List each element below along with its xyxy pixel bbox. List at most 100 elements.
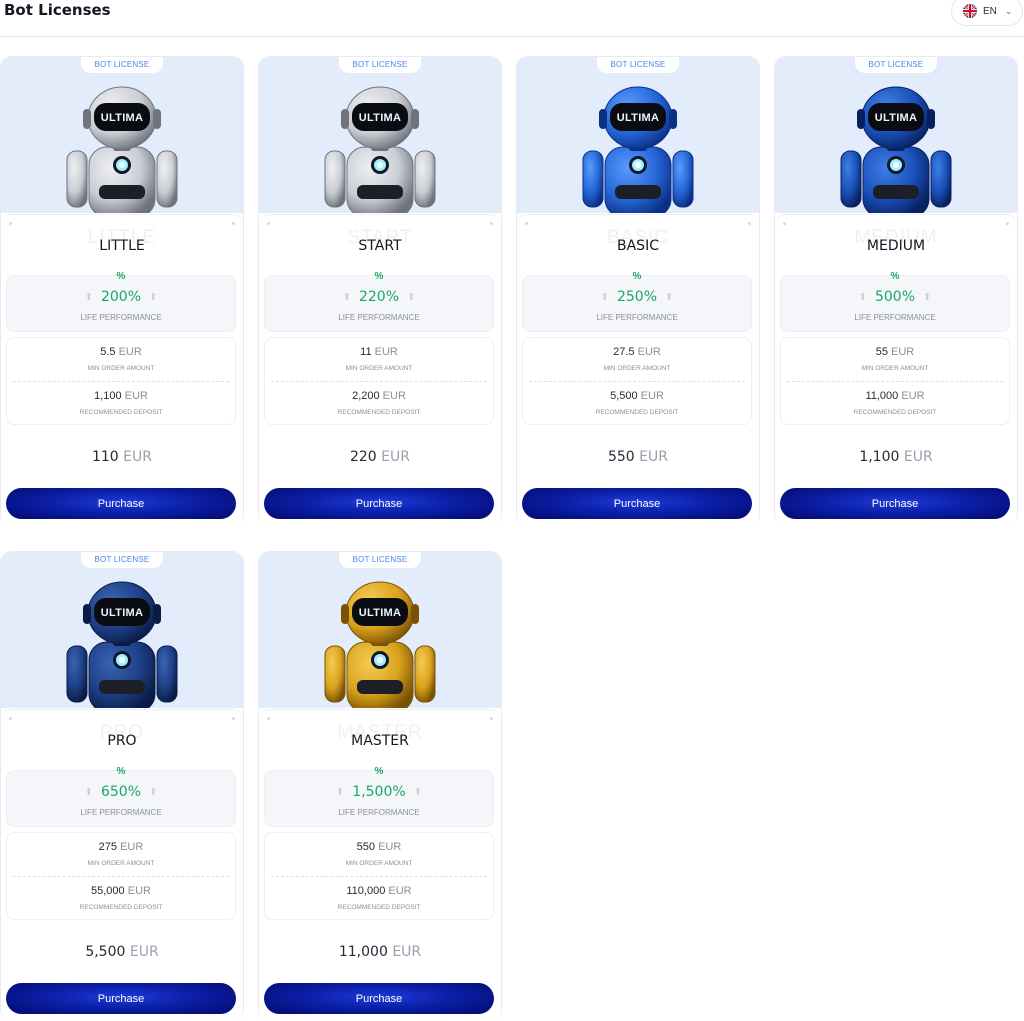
bot-license-badge: BOT LICENSE [339,57,421,73]
deposit-value: 1,100 EUR [94,390,148,402]
robot-screen-text: ULTIMA [616,112,660,124]
license-card-little: BOT LICENSE ULTIMA LITTLE LITTLE % ⬆ 200… [0,56,244,526]
top-bar: Bot Licenses EN ⌄ [0,0,1024,37]
purchase-button[interactable]: Purchase [522,488,752,519]
tier-name: MEDIUM [866,238,926,254]
deposit-label: RECOMMENDED DEPOSIT [595,409,679,416]
license-details: PRO PRO % ⬆ 650% ⬆ LIFE PERFORMANCE 275 … [1,709,243,1021]
license-details: LITTLE LITTLE % ⬆ 200% ⬆ LIFE PERFORMANC… [1,214,243,526]
purchase-button[interactable]: Purchase [6,983,236,1014]
license-card-master: BOT LICENSE ULTIMA MASTER MASTER % ⬆ 1,5… [258,551,502,1021]
min-order-value: 275 EUR [98,841,144,853]
license-details: MASTER MASTER % ⬆ 1,500% ⬆ LIFE PERFORMA… [259,709,501,1021]
corner-dot [748,222,751,225]
purchase-button[interactable]: Purchase [6,488,236,519]
deposit-value: 55,000 EUR [91,885,151,897]
robot-illustration [840,86,952,213]
performance-box: % ⬆ 500% ⬆ LIFE PERFORMANCE [780,271,1010,332]
percent-icon: % [632,271,642,282]
arrow-up-icon: ⬆ [858,291,867,303]
performance-box: % ⬆ 220% ⬆ LIFE PERFORMANCE [264,271,494,332]
percent-icon: % [374,766,384,777]
tier-name: BASIC [617,238,659,254]
corner-dot [490,717,493,720]
bot-license-badge: BOT LICENSE [81,552,163,568]
license-details: START START % ⬆ 220% ⬆ LIFE PERFORMANCE … [259,214,501,526]
language-selector[interactable]: EN ⌄ [951,0,1023,26]
performance-box: % ⬆ 1,500% ⬆ LIFE PERFORMANCE [264,766,494,827]
robot-illustration [324,581,436,708]
license-price: 110 EUR [91,449,152,465]
robot-screen-text: ULTIMA [100,112,144,124]
license-hero: BOT LICENSE ULTIMA [517,57,759,213]
performance-box: % ⬆ 200% ⬆ LIFE PERFORMANCE [6,271,236,332]
license-hero: BOT LICENSE ULTIMA [775,57,1017,213]
robot-screen-text: ULTIMA [100,607,144,619]
deposit-label: RECOMMENDED DEPOSIT [79,904,163,911]
bot-license-badge: BOT LICENSE [81,57,163,73]
deposit-label: RECOMMENDED DEPOSIT [79,409,163,416]
order-info-box: 11 EUR MIN ORDER AMOUNT 2,200 EUR RECOMM… [264,337,494,425]
divider [13,381,229,382]
performance-value: 220% [358,289,400,305]
corner-dot [490,222,493,225]
order-info-box: 275 EUR MIN ORDER AMOUNT 55,000 EUR RECO… [6,832,236,920]
robot-screen-text: ULTIMA [874,112,918,124]
purchase-button[interactable]: Purchase [264,983,494,1014]
license-hero: BOT LICENSE ULTIMA [259,552,501,708]
arrow-up-icon: ⬆ [923,291,932,303]
performance-value: 1,500% [352,784,406,800]
percent-icon: % [116,271,126,282]
divider [787,381,1003,382]
order-info-box: 55 EUR MIN ORDER AMOUNT 11,000 EUR RECOM… [780,337,1010,425]
performance-value: 250% [616,289,658,305]
tier-name: MASTER [351,733,409,749]
arrow-up-icon: ⬆ [149,291,158,303]
license-card-basic: BOT LICENSE ULTIMA BASIC BASIC % ⬆ 250% … [516,56,760,526]
robot-illustration [582,86,694,213]
robot-screen-text: ULTIMA [358,112,402,124]
robot-illustration [66,581,178,708]
purchase-button[interactable]: Purchase [780,488,1010,519]
performance-label: LIFE PERFORMANCE [338,313,420,322]
performance-box: % ⬆ 650% ⬆ LIFE PERFORMANCE [6,766,236,827]
deposit-value: 5,500 EUR [610,390,664,402]
license-details: BASIC BASIC % ⬆ 250% ⬆ LIFE PERFORMANCE … [517,214,759,526]
arrow-up-icon: ⬆ [665,291,674,303]
performance-value: 650% [100,784,142,800]
order-info-box: 27.5 EUR MIN ORDER AMOUNT 5,500 EUR RECO… [522,337,752,425]
license-price: 5,500 EUR [85,944,159,960]
robot-illustration [66,86,178,213]
min-order-label: MIN ORDER AMOUNT [87,365,155,372]
robot-screen-text: ULTIMA [358,607,402,619]
min-order-value: 5.5 EUR [100,346,142,358]
bot-license-badge: BOT LICENSE [855,57,937,73]
arrow-up-icon: ⬆ [84,786,93,798]
percent-icon: % [890,271,900,282]
min-order-value: 55 EUR [875,346,915,358]
min-order-label: MIN ORDER AMOUNT [603,365,671,372]
license-details: MEDIUM MEDIUM % ⬆ 500% ⬆ LIFE PERFORMANC… [775,214,1017,526]
license-hero: BOT LICENSE ULTIMA [1,57,243,213]
purchase-button[interactable]: Purchase [264,488,494,519]
license-hero: BOT LICENSE ULTIMA [1,552,243,708]
bot-license-badge: BOT LICENSE [597,57,679,73]
arrow-up-icon: ⬆ [342,291,351,303]
performance-label: LIFE PERFORMANCE [80,313,162,322]
percent-icon: % [116,766,126,777]
license-hero: BOT LICENSE ULTIMA [259,57,501,213]
min-order-label: MIN ORDER AMOUNT [345,365,413,372]
min-order-value: 27.5 EUR [613,346,661,358]
tier-name: PRO [107,733,137,749]
language-code: EN [983,5,997,17]
arrow-up-icon: ⬆ [84,291,93,303]
performance-box: % ⬆ 250% ⬆ LIFE PERFORMANCE [522,271,752,332]
arrow-up-icon: ⬆ [413,786,423,798]
deposit-value: 110,000 EUR [346,885,412,897]
divider [271,381,487,382]
min-order-value: 550 EUR [356,841,402,853]
corner-dot [232,717,235,720]
license-price: 220 EUR [349,449,410,465]
arrow-up-icon: ⬆ [335,786,345,798]
min-order-label: MIN ORDER AMOUNT [345,860,413,867]
